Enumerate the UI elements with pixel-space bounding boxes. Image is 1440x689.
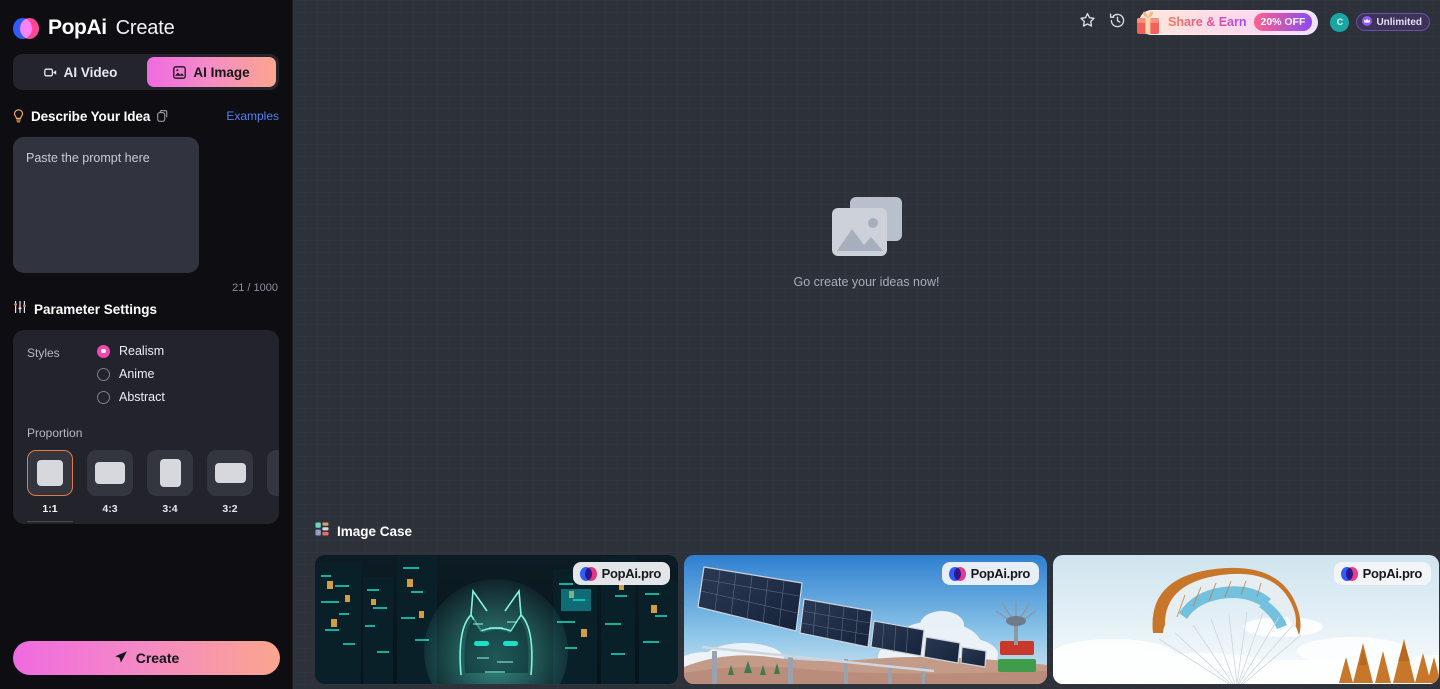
- favorites-button[interactable]: [1073, 7, 1103, 37]
- proportion-label-text: 3:4: [162, 503, 178, 515]
- proportion-options: 1:1 4:3 3:4 3:2: [27, 450, 279, 522]
- prompt-input[interactable]: [13, 137, 199, 273]
- topbar: Share & Earn 20% OFF C Unlimited: [293, 0, 1440, 44]
- style-label: Abstract: [119, 390, 165, 404]
- watermark-text: PopAi.pro: [1362, 566, 1423, 581]
- proportion-label: Proportion: [27, 426, 83, 440]
- image-case-card-cyberpunk-cat-city[interactable]: PopAi.pro: [315, 555, 678, 684]
- style-label: Anime: [119, 367, 155, 381]
- style-option-anime[interactable]: Anime: [97, 367, 165, 381]
- brand: PopAi Create: [0, 0, 292, 44]
- video-camera-icon: [43, 67, 57, 78]
- image-case-card-paraglider-snow[interactable]: PopAi.pro: [1053, 555, 1439, 684]
- radio-indicator: [97, 344, 110, 358]
- create-button[interactable]: Create: [13, 641, 280, 675]
- empty-state-text: Go create your ideas now!: [793, 275, 940, 289]
- tab-ai-video-label: AI Video: [63, 64, 118, 80]
- crown-icon: [1362, 13, 1373, 31]
- proportion-option-next[interactable]: [267, 450, 279, 496]
- image-case-row: PopAi.pro PopAi.pro PopAi.pro: [315, 555, 1440, 684]
- watermark-text: PopAi.pro: [601, 566, 662, 581]
- image-case-header: Image Case: [315, 520, 1440, 542]
- parameter-settings-card: Styles Realism Anime Abstract Proportion…: [13, 330, 279, 524]
- lightbulb-icon: [13, 109, 24, 123]
- styles-radio-group: Realism Anime Abstract: [97, 344, 165, 404]
- style-option-abstract[interactable]: Abstract: [97, 390, 165, 404]
- popai-logo-icon: [1340, 566, 1358, 581]
- proportion-label-text: 1:1: [42, 503, 58, 515]
- tab-ai-image[interactable]: AI Image: [147, 57, 276, 87]
- image-icon: [173, 65, 187, 79]
- describe-idea-title: Describe Your Idea: [31, 108, 151, 124]
- main-canvas: Share & Earn 20% OFF C Unlimited Go crea…: [293, 0, 1440, 689]
- parameter-settings-title: Parameter Settings: [34, 301, 158, 317]
- grid-layout-icon: [315, 522, 329, 541]
- history-clock-icon: [1109, 12, 1126, 32]
- proportion-option-3-4[interactable]: 3:4: [147, 450, 193, 515]
- share-and-earn-button[interactable]: Share & Earn 20% OFF: [1136, 9, 1319, 35]
- radio-indicator: [97, 390, 110, 404]
- star-icon: [1079, 12, 1096, 32]
- plan-badge[interactable]: Unlimited: [1356, 13, 1430, 31]
- style-label: Realism: [119, 344, 165, 358]
- send-plane-icon: [114, 650, 128, 667]
- tab-ai-image-label: AI Image: [193, 64, 250, 80]
- examples-link[interactable]: Examples: [226, 109, 279, 123]
- discount-badge: 20% OFF: [1253, 13, 1313, 31]
- gift-icon: [1128, 3, 1168, 43]
- style-option-realism[interactable]: Realism: [97, 344, 165, 358]
- page-title: Create: [115, 16, 175, 39]
- watermark: PopAi.pro: [572, 562, 670, 585]
- sidebar: PopAi Create AI Video AI Image Describe …: [0, 0, 293, 689]
- styles-row: Styles Realism Anime Abstract: [27, 344, 265, 404]
- parameter-settings-header: Parameter Settings: [13, 299, 279, 319]
- copy-icon[interactable]: [157, 110, 168, 122]
- watermark: PopAi.pro: [941, 562, 1039, 585]
- avatar[interactable]: C: [1330, 12, 1350, 32]
- watermark: PopAi.pro: [1333, 562, 1431, 585]
- share-and-earn-label: Share & Earn: [1167, 15, 1247, 29]
- mode-tabs: AI Video AI Image: [13, 54, 279, 90]
- proportion-label-text: 3:2: [222, 503, 238, 515]
- image-case-card-solar-panels-desert[interactable]: PopAi.pro: [684, 555, 1047, 684]
- prompt-char-counter: 21 / 1000: [232, 282, 278, 294]
- watermark-text: PopAi.pro: [970, 566, 1031, 581]
- sliders-icon: [13, 300, 27, 319]
- plan-label: Unlimited: [1376, 16, 1422, 28]
- tab-ai-video[interactable]: AI Video: [16, 57, 145, 87]
- empty-state: Go create your ideas now!: [293, 195, 1440, 289]
- radio-indicator: [97, 367, 110, 381]
- proportion-option-4-3[interactable]: 4:3: [87, 450, 133, 515]
- proportion-option-3-2[interactable]: 3:2: [207, 450, 253, 515]
- create-button-label: Create: [135, 650, 180, 666]
- selected-underline: [27, 521, 73, 522]
- brand-name: PopAi: [48, 16, 107, 39]
- image-case-section: Image Case PopAi.pro PopAi.pro PopAi.pro: [315, 520, 1440, 684]
- popai-logo-icon: [579, 566, 597, 581]
- image-placeholder-icon: [828, 195, 906, 261]
- describe-idea-header: Describe Your Idea Examples: [13, 106, 279, 126]
- popai-logo-icon: [948, 566, 966, 581]
- popai-create-app: PopAi Create AI Video AI Image Describe …: [0, 0, 1440, 689]
- image-case-title: Image Case: [337, 523, 413, 539]
- popai-logo-icon: [13, 17, 39, 39]
- styles-label: Styles: [27, 346, 60, 360]
- proportion-label-text: 4:3: [102, 503, 118, 515]
- proportion-option-1-1[interactable]: 1:1: [27, 450, 73, 522]
